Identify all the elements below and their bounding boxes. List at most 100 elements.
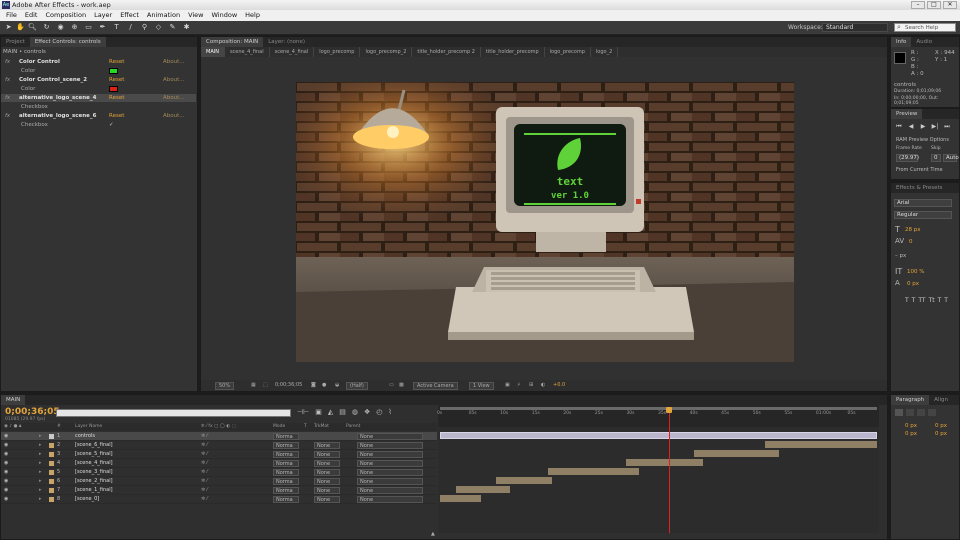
- ram-preview-options[interactable]: RAM Preview Options: [896, 137, 949, 143]
- workspace-select[interactable]: Standard: [822, 23, 888, 32]
- breadcrumb-item[interactable]: logo_precomp: [545, 47, 591, 57]
- reset-link[interactable]: Reset: [109, 76, 124, 84]
- skip-select[interactable]: 0: [931, 154, 941, 162]
- trkmat-select[interactable]: None: [314, 460, 340, 467]
- layer-duration-bar[interactable]: [547, 468, 639, 475]
- layer-row[interactable]: ◉ ▸ 4 [scene_4_final] ✲ ⁄ Norma None None: [1, 459, 437, 468]
- menu-help[interactable]: Help: [241, 10, 264, 21]
- switches-icon[interactable]: ✲ ⁄: [201, 450, 208, 459]
- parent-select[interactable]: None: [357, 469, 423, 476]
- label-color-swatch[interactable]: [49, 479, 54, 484]
- eye-icon[interactable]: ◉: [4, 450, 8, 459]
- search-help-input[interactable]: ⌕ Search Help: [894, 23, 956, 32]
- expand-triangle-icon[interactable]: ▸: [39, 441, 42, 450]
- breadcrumb-item[interactable]: logo_precomp: [314, 47, 361, 57]
- label-color-swatch[interactable]: [49, 461, 54, 466]
- view-layout-select[interactable]: 1 View: [469, 382, 494, 390]
- prev-frame-icon[interactable]: ◀: [907, 123, 915, 130]
- parent-select[interactable]: None: [357, 433, 423, 440]
- timeline-current-time[interactable]: 0;00;36;05: [5, 407, 60, 417]
- parent-select[interactable]: None: [357, 478, 423, 485]
- zoom-out-icon[interactable]: ▲: [431, 531, 451, 537]
- composition-viewer[interactable]: text ver 1.0: [296, 82, 794, 362]
- blend-mode-select[interactable]: Norma: [273, 442, 299, 449]
- layer-row[interactable]: ◉ ▸ 8 [scene_0] ✲ ⁄ Norma None None: [1, 495, 437, 504]
- current-time-display[interactable]: 0;00;36;05: [275, 380, 302, 391]
- layer-row[interactable]: ◉ ▸ 5 [scene_3_final] ✲ ⁄ Norma None None: [1, 468, 437, 477]
- reset-link[interactable]: Reset: [109, 112, 124, 120]
- layer-name[interactable]: [scene_5_final]: [75, 450, 113, 459]
- small-caps-button[interactable]: Tt: [929, 297, 935, 305]
- breadcrumb-item[interactable]: logo_precomp_2: [360, 47, 413, 57]
- frame-rate-select[interactable]: (29.97): [896, 154, 919, 162]
- parent-select[interactable]: None: [357, 442, 423, 449]
- indent-left-value[interactable]: 0 px: [905, 423, 917, 429]
- label-color-swatch[interactable]: [49, 488, 54, 493]
- switches-icon[interactable]: ✲ ⁄: [201, 477, 208, 486]
- grid-icon[interactable]: ▦: [251, 380, 256, 391]
- effect-row[interactable]: fx Color Control_scene_2 Reset About...: [1, 76, 196, 84]
- playhead[interactable]: [668, 407, 670, 533]
- about-link[interactable]: About...: [163, 94, 185, 102]
- next-frame-icon[interactable]: ▶|: [931, 123, 939, 130]
- select-icon[interactable]: ➤: [4, 23, 13, 32]
- comp-mini-flowchart-icon[interactable]: ⊣⊢: [297, 408, 309, 416]
- toggle-pixel-icon[interactable]: ▣: [505, 380, 510, 391]
- effect-row[interactable]: fx alternative_logo_scene_4 Reset About.…: [1, 94, 196, 102]
- pan-behind-icon[interactable]: ⊕: [70, 23, 79, 32]
- tab-align[interactable]: Align: [929, 395, 953, 405]
- play-icon[interactable]: ▶: [919, 123, 927, 130]
- expand-triangle-icon[interactable]: ▸: [39, 459, 42, 468]
- expand-triangle-icon[interactable]: ▸: [39, 468, 42, 477]
- frame-blending-icon[interactable]: ▤: [339, 408, 346, 416]
- brainstorm-icon[interactable]: ❖: [364, 408, 370, 416]
- roi-icon[interactable]: ▭: [389, 380, 394, 391]
- about-link[interactable]: About...: [163, 58, 185, 66]
- trkmat-select[interactable]: None: [314, 496, 340, 503]
- blend-mode-select[interactable]: Norma: [273, 469, 299, 476]
- label-color-swatch[interactable]: [49, 443, 54, 448]
- label-color-swatch[interactable]: [49, 452, 54, 457]
- layer-row[interactable]: ◉ ▸ 6 [scene_2_final] ✲ ⁄ Norma None None: [1, 477, 437, 486]
- menu-view[interactable]: View: [184, 10, 207, 21]
- justify-icon[interactable]: [928, 409, 936, 416]
- roto-brush-icon[interactable]: ✎: [168, 23, 177, 32]
- first-frame-icon[interactable]: ⏮: [895, 123, 903, 130]
- tab-preview[interactable]: Preview: [891, 109, 923, 119]
- layer-name[interactable]: [scene_2_final]: [75, 477, 113, 486]
- camera-select[interactable]: Active Camera: [413, 382, 458, 390]
- layer-duration-bar[interactable]: [625, 459, 703, 466]
- layer-row[interactable]: ◉ ▸ 7 [scene_1_final] ✲ ⁄ Norma None None: [1, 486, 437, 495]
- layer-duration-bar[interactable]: [765, 441, 877, 448]
- layer-name[interactable]: [scene_0]: [75, 495, 99, 504]
- fast-preview-icon[interactable]: ⚡: [517, 380, 521, 391]
- blend-mode-select[interactable]: Norma: [273, 487, 299, 494]
- layer-row[interactable]: ◉ ▸ 2 [scene_6_final] ✲ ⁄ Norma None None: [1, 441, 437, 450]
- checkbox[interactable]: ✓: [109, 121, 114, 129]
- exposure-value[interactable]: +0.0: [553, 380, 565, 391]
- parent-select[interactable]: None: [357, 460, 423, 467]
- motion-blur-icon[interactable]: ◍: [352, 408, 358, 416]
- parent-select[interactable]: None: [357, 451, 423, 458]
- color-swatch[interactable]: [109, 68, 118, 74]
- expand-triangle-icon[interactable]: ▸: [39, 477, 42, 486]
- switches-icon[interactable]: ✲ ⁄: [201, 459, 208, 468]
- color-channel-icon[interactable]: ●: [322, 380, 326, 391]
- blend-mode-select[interactable]: Norma: [273, 496, 299, 503]
- reset-link[interactable]: Reset: [109, 94, 124, 102]
- blend-mode-select[interactable]: Norma: [273, 460, 299, 467]
- fx-icon[interactable]: fx: [5, 112, 10, 120]
- minimize-button[interactable]: –: [911, 1, 925, 9]
- effect-row[interactable]: fx alternative_logo_scene_6 Reset About.…: [1, 112, 196, 120]
- menu-edit[interactable]: Edit: [21, 10, 42, 21]
- breadcrumb-item[interactable]: scene_4_final: [225, 47, 270, 57]
- reset-link[interactable]: Reset: [109, 58, 124, 66]
- transparency-grid-icon[interactable]: ▩: [399, 380, 404, 391]
- menu-composition[interactable]: Composition: [41, 10, 90, 21]
- zoom-icon[interactable]: 🔍︎: [28, 23, 37, 32]
- about-link[interactable]: About...: [163, 112, 185, 120]
- menu-window[interactable]: Window: [208, 10, 242, 21]
- timeline-search-input[interactable]: [56, 409, 291, 417]
- work-area-bar[interactable]: [440, 407, 877, 410]
- menu-layer[interactable]: Layer: [90, 10, 116, 21]
